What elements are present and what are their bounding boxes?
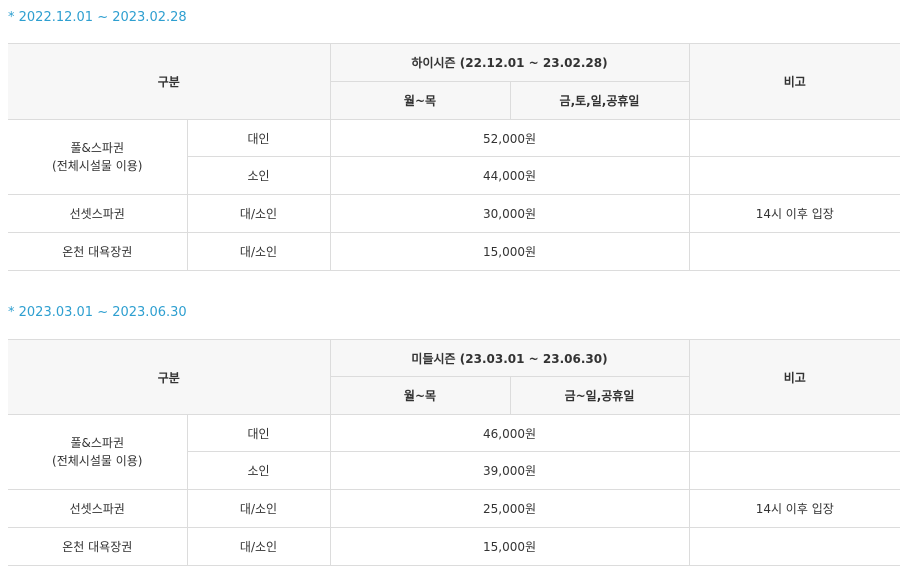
ticket-type: 대/소인 xyxy=(186,489,330,528)
note-empty xyxy=(688,451,900,490)
header-category: 구분 xyxy=(8,43,330,120)
header-weekend: 금,토,일,공휴일 xyxy=(509,81,689,120)
price: 25,000원 xyxy=(329,489,689,528)
note-empty xyxy=(688,119,900,157)
header-weekday: 월~목 xyxy=(329,376,510,415)
row-category-sunset: 선셋스파권 xyxy=(8,194,187,233)
fullspa-title: 풀&스파권 xyxy=(70,141,125,155)
row-category-bath: 온천 대욕장권 xyxy=(8,527,187,566)
header-note: 비고 xyxy=(688,339,900,415)
table-row: 선셋스파권 대/소인 30,000원 14시 이후 입장 xyxy=(8,194,900,233)
price: 46,000원 xyxy=(329,414,689,452)
header-weekday: 월~목 xyxy=(329,81,510,120)
note: 14시 이후 입장 xyxy=(688,489,900,528)
price: 44,000원 xyxy=(329,156,689,195)
header-season: 하이시즌 (22.12.01 ~ 23.02.28) xyxy=(329,43,689,82)
table-row: 풀&스파권 (전체시설물 이용) 대인 46,000원 xyxy=(8,414,900,490)
ticket-type: 소인 xyxy=(186,156,330,195)
price-section-middle-season: * 2023.03.01 ~ 2023.06.30 구분 미들시즌 (23.03… xyxy=(8,304,900,566)
table-row: 선셋스파권 대/소인 25,000원 14시 이후 입장 xyxy=(8,489,900,528)
row-category-sunset: 선셋스파권 xyxy=(8,489,187,528)
period-label: * 2022.12.01 ~ 2023.02.28 xyxy=(8,10,187,25)
price-table: 구분 하이시즌 (22.12.01 ~ 23.02.28) 비고 월~목 금,토… xyxy=(8,43,900,271)
header-season: 미들시즌 (23.03.01 ~ 23.06.30) xyxy=(329,339,689,377)
note-empty xyxy=(688,414,900,452)
ticket-type: 대인 xyxy=(186,119,330,157)
price: 30,000원 xyxy=(329,194,689,233)
header-category: 구분 xyxy=(8,339,330,415)
price: 39,000원 xyxy=(329,451,689,490)
price: 15,000원 xyxy=(329,527,689,566)
ticket-type: 대인 xyxy=(186,414,330,452)
price: 52,000원 xyxy=(329,119,689,157)
fullspa-title: 풀&스파권 xyxy=(70,436,125,450)
ticket-type: 대/소인 xyxy=(186,194,330,233)
ticket-type: 소인 xyxy=(186,451,330,490)
ticket-type: 대/소인 xyxy=(186,232,330,271)
table-row: 온천 대욕장권 대/소인 15,000원 xyxy=(8,232,900,271)
row-category-bath: 온천 대욕장권 xyxy=(8,232,187,271)
table-row: 온천 대욕장권 대/소인 15,000원 xyxy=(8,527,900,566)
fullspa-subtitle: (전체시설물 이용) xyxy=(52,159,143,173)
header-weekend: 금~일,공휴일 xyxy=(509,376,689,415)
ticket-type: 대/소인 xyxy=(186,527,330,566)
price-section-high-season: * 2022.12.01 ~ 2023.02.28 구분 하이시즌 (22.12… xyxy=(8,9,900,271)
row-category-fullspa: 풀&스파권 (전체시설물 이용) xyxy=(8,119,187,195)
price: 15,000원 xyxy=(329,232,689,271)
table-row: 풀&스파권 (전체시설물 이용) 대인 52,000원 xyxy=(8,119,900,195)
row-category-fullspa: 풀&스파권 (전체시설물 이용) xyxy=(8,414,187,490)
header-note: 비고 xyxy=(688,43,900,120)
note-empty xyxy=(688,156,900,195)
note-empty xyxy=(688,527,900,566)
note-empty xyxy=(688,232,900,271)
price-table: 구분 미들시즌 (23.03.01 ~ 23.06.30) 비고 월~목 금~일… xyxy=(8,339,900,566)
period-label: * 2023.03.01 ~ 2023.06.30 xyxy=(8,305,187,320)
fullspa-subtitle: (전체시설물 이용) xyxy=(52,454,143,468)
note: 14시 이후 입장 xyxy=(688,194,900,233)
